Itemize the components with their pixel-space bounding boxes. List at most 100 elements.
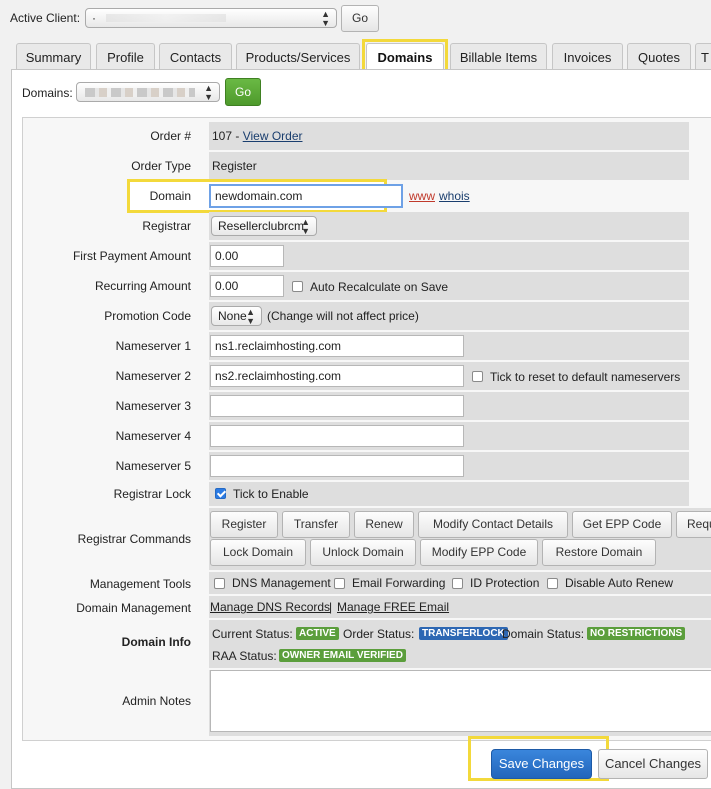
- promotion-code-cell: None ▲ ▼ (Change will not affect price): [209, 302, 689, 330]
- raa-status-label: RAA Status:: [212, 649, 277, 663]
- disable-auto-renew-checkbox[interactable]: [547, 578, 558, 589]
- order-type-value: Register: [212, 159, 257, 173]
- registrar-select[interactable]: Resellerclubrcm ▲ ▼: [211, 216, 317, 236]
- nameserver-1-input[interactable]: ns1.reclaimhosting.com: [210, 335, 464, 357]
- request-button[interactable]: Request: [676, 511, 711, 538]
- nameserver-1-label: Nameserver 1: [115, 339, 191, 353]
- id-protection-label: ID Protection: [470, 576, 540, 590]
- save-changes-button[interactable]: Save Changes: [491, 749, 592, 779]
- domain-cell: newdomain.com www whois: [209, 182, 689, 210]
- active-client-go-button[interactable]: Go: [341, 5, 379, 32]
- active-client-label: Active Client:: [10, 11, 81, 25]
- nameserver-4-input[interactable]: [210, 425, 464, 447]
- current-status-badge: ACTIVE: [296, 627, 339, 640]
- email-forwarding-checkbox[interactable]: [334, 578, 345, 589]
- transfer-button[interactable]: Transfer: [282, 511, 350, 538]
- reset-nameservers-label: Tick to reset to default nameservers: [490, 370, 681, 384]
- unlock-domain-button[interactable]: Unlock Domain: [310, 539, 416, 566]
- nameserver-5-input[interactable]: [210, 455, 464, 477]
- domain-label: Domain: [149, 189, 191, 203]
- order-number-label: Order #: [150, 129, 191, 143]
- dns-management-label: DNS Management: [232, 576, 331, 590]
- promotion-code-select[interactable]: None ▲ ▼: [211, 306, 262, 326]
- disable-auto-renew-label: Disable Auto Renew: [565, 576, 674, 590]
- tab-summary[interactable]: Summary: [16, 43, 91, 71]
- blurred-domain-name: [85, 88, 195, 97]
- first-payment-input[interactable]: 0.00: [210, 245, 284, 267]
- registrar-select-value: Resellerclubrcm: [218, 219, 305, 233]
- link-separator: |: [329, 600, 333, 614]
- select-arrows-icon: ▲ ▼: [321, 9, 330, 28]
- email-forwarding-label: Email Forwarding: [352, 576, 446, 590]
- select-arrows-icon: ▲ ▼: [246, 307, 255, 326]
- register-button[interactable]: Register: [210, 511, 278, 538]
- domains-select[interactable]: ▲ ▼: [76, 82, 220, 102]
- tab-invoices[interactable]: Invoices: [552, 43, 623, 71]
- domains-select-label: Domains:: [22, 86, 73, 100]
- tab-products-services[interactable]: Products/Services: [236, 43, 360, 71]
- modify-epp-code-button[interactable]: Modify EPP Code: [420, 539, 538, 566]
- domain-input[interactable]: newdomain.com: [209, 184, 403, 208]
- select-arrows-icon: ▲ ▼: [301, 217, 310, 236]
- registrar-lock-checkbox[interactable]: [215, 488, 226, 499]
- domain-info-label: Domain Info: [121, 635, 191, 649]
- view-order-link[interactable]: View Order: [243, 129, 303, 143]
- get-epp-code-button[interactable]: Get EPP Code: [572, 511, 672, 538]
- auto-recalculate-checkbox[interactable]: [292, 281, 303, 292]
- recurring-amount-input[interactable]: 0.00: [210, 275, 284, 297]
- domain-status-badge: NO RESTRICTIONS: [587, 627, 686, 640]
- admin-notes-label: Admin Notes: [122, 694, 191, 708]
- management-tools-cell: DNS Management Email Forwarding ID Prote…: [209, 572, 711, 594]
- nameserver-4-label: Nameserver 4: [115, 429, 191, 443]
- raa-status-badge: OWNER EMAIL VERIFIED: [279, 649, 406, 662]
- promotion-code-value: None: [218, 309, 247, 323]
- registrar-lock-cell: Tick to Enable: [209, 482, 689, 506]
- lock-domain-button[interactable]: Lock Domain: [210, 539, 306, 566]
- reset-nameservers-checkbox[interactable]: [472, 371, 483, 382]
- dns-management-checkbox[interactable]: [214, 578, 225, 589]
- id-protection-checkbox[interactable]: [452, 578, 463, 589]
- order-type-cell: Register: [209, 152, 689, 180]
- registrar-commands-label: Registrar Commands: [77, 532, 191, 546]
- domain-management-cell: Manage DNS Records | Manage FREE Email: [209, 596, 711, 618]
- order-type-label: Order Type: [131, 159, 191, 173]
- manage-free-email-link[interactable]: Manage FREE Email: [337, 600, 449, 614]
- modify-contact-details-button[interactable]: Modify Contact Details: [418, 511, 568, 538]
- promotion-code-label: Promotion Code: [104, 309, 191, 323]
- top-bar: Active Client: · ▲ ▼ Go: [0, 0, 711, 40]
- nameserver-3-label: Nameserver 3: [115, 399, 191, 413]
- registrar-cell: Resellerclubrcm ▲ ▼: [209, 212, 689, 240]
- nameserver-5-cell: [209, 452, 689, 480]
- select-arrows-icon: ▲ ▼: [204, 83, 213, 102]
- registrar-label: Registrar: [142, 219, 191, 233]
- cancel-changes-button[interactable]: Cancel Changes: [598, 749, 708, 779]
- renew-button[interactable]: Renew: [354, 511, 414, 538]
- admin-notes-textarea[interactable]: [210, 670, 711, 732]
- nameserver-2-cell: ns2.reclaimhosting.com Tick to reset to …: [209, 362, 689, 390]
- active-client-select[interactable]: · ▲ ▼: [85, 8, 337, 28]
- nameserver-1-cell: ns1.reclaimhosting.com: [209, 332, 689, 360]
- first-payment-label: First Payment Amount: [72, 249, 191, 263]
- nameserver-2-input[interactable]: ns2.reclaimhosting.com: [210, 365, 464, 387]
- tab-profile[interactable]: Profile: [96, 43, 155, 71]
- tab-overflow[interactable]: T: [695, 43, 711, 71]
- tab-quotes[interactable]: Quotes: [627, 43, 691, 71]
- domain-info-cell: Current Status: ACTIVE Order Status: TRA…: [209, 620, 711, 668]
- whois-link[interactable]: whois: [439, 189, 470, 203]
- restore-domain-button[interactable]: Restore Domain: [542, 539, 656, 566]
- registrar-lock-checkbox-label: Tick to Enable: [233, 487, 309, 501]
- order-status-badge: TRANSFERLOCK: [419, 627, 508, 640]
- nameserver-3-cell: [209, 392, 689, 420]
- blurred-client-name: [106, 14, 226, 22]
- manage-dns-records-link[interactable]: Manage DNS Records: [210, 600, 330, 614]
- domain-status-label: Domain Status:: [502, 627, 585, 641]
- order-number-value: 107 -: [212, 129, 243, 143]
- tab-billable-items[interactable]: Billable Items: [450, 43, 547, 71]
- nameserver-2-label: Nameserver 2: [115, 369, 191, 383]
- domains-go-button[interactable]: Go: [225, 78, 261, 106]
- www-link[interactable]: www: [409, 189, 435, 203]
- tab-contacts[interactable]: Contacts: [159, 43, 232, 71]
- first-payment-cell: 0.00: [209, 242, 689, 270]
- recurring-amount-cell: 0.00 Auto Recalculate on Save: [209, 272, 689, 300]
- nameserver-3-input[interactable]: [210, 395, 464, 417]
